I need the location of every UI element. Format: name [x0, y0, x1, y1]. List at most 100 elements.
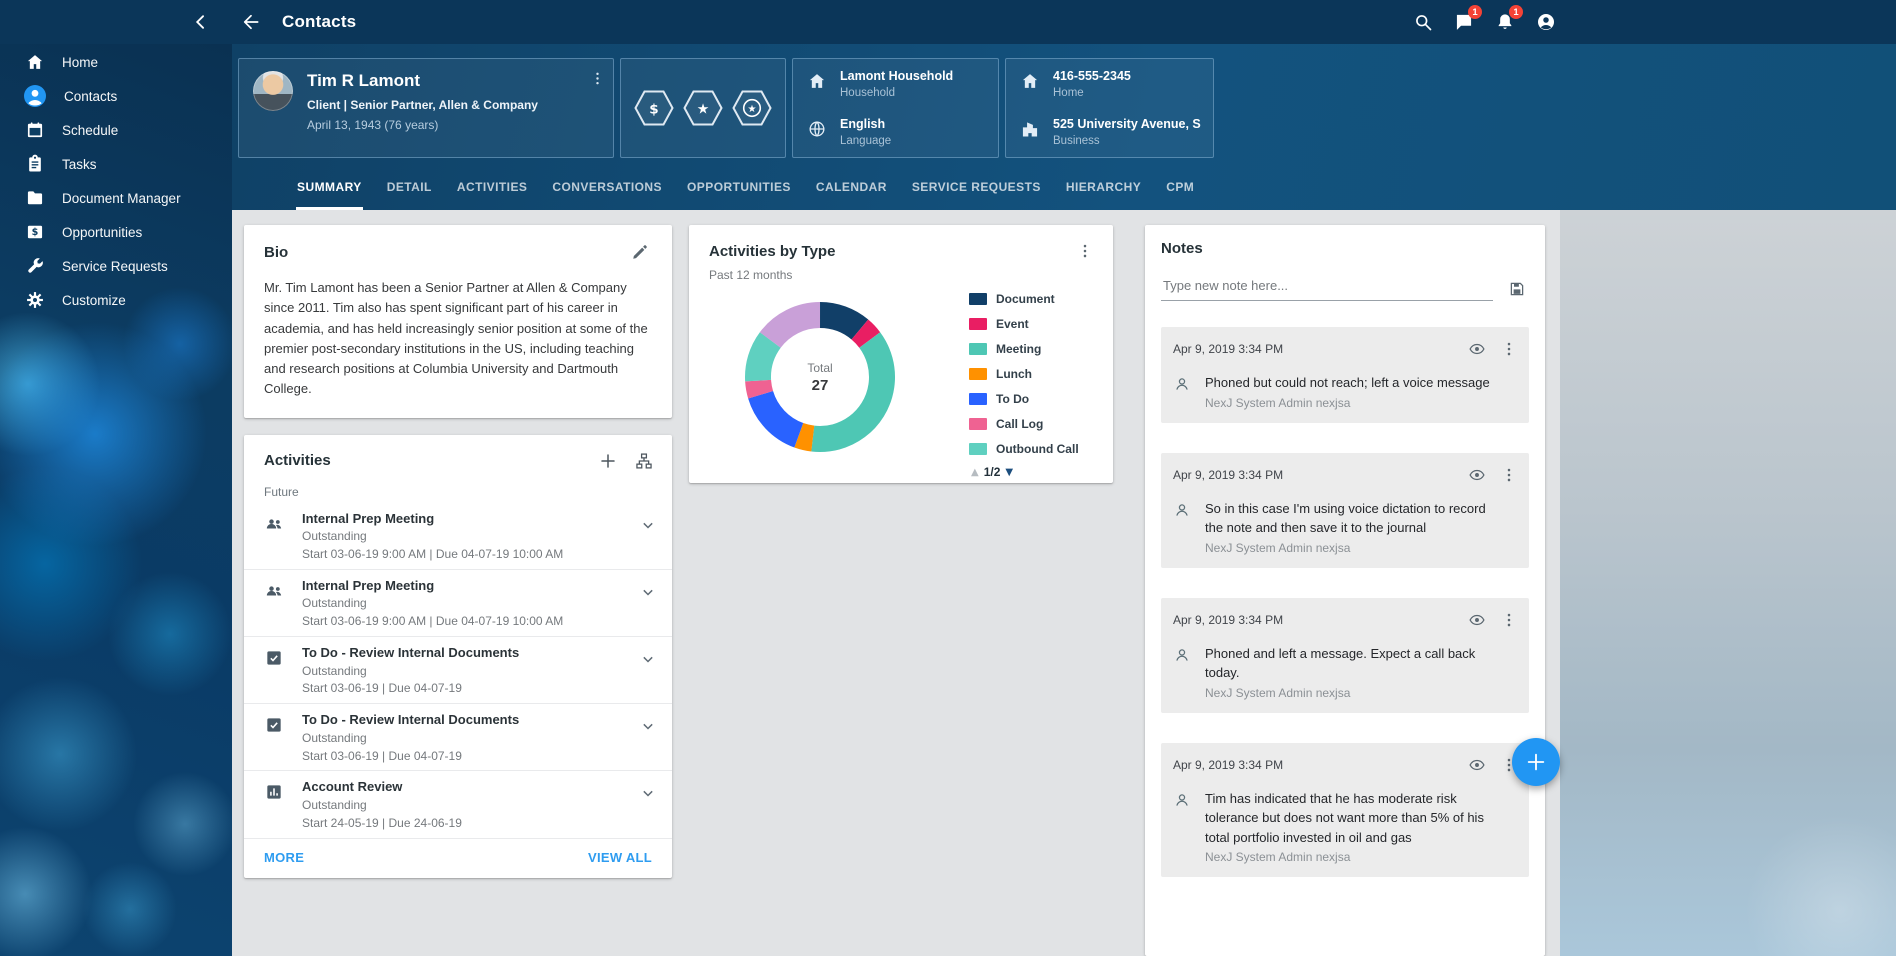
person-icon: [1173, 375, 1191, 393]
search-button[interactable]: [1404, 3, 1442, 41]
notifications-button[interactable]: 1: [1486, 3, 1524, 41]
sidebar-item-home[interactable]: Home: [0, 45, 232, 79]
sidebar-item-service-requests[interactable]: Service Requests: [0, 249, 232, 283]
opportunities-icon: $: [25, 222, 45, 242]
save-icon: [1508, 280, 1526, 298]
contact-subtitle: Client | Senior Partner, Allen & Company: [307, 98, 538, 112]
star-badge-icon[interactable]: ★: [683, 90, 723, 126]
donut-chart: [735, 292, 905, 462]
chevron-down-icon[interactable]: [638, 649, 658, 669]
activity-row[interactable]: To Do - Review Internal DocumentsOutstan…: [244, 704, 672, 771]
note-menu-button[interactable]: [1497, 463, 1521, 487]
person-icon: [1173, 646, 1191, 664]
notes-list: Apr 9, 2019 3:34 PMPhoned but could not …: [1161, 327, 1529, 877]
legend-item: Meeting: [969, 336, 1091, 361]
activity-row[interactable]: Internal Prep MeetingOutstandingStart 03…: [244, 570, 672, 637]
tab-cpm[interactable]: CPM: [1165, 166, 1195, 210]
tab-hierarchy[interactable]: HIERARCHY: [1065, 166, 1142, 210]
activity-row[interactable]: Internal Prep MeetingOutstandingStart 03…: [244, 503, 672, 570]
sidebar-item-document-manager[interactable]: Document Manager: [0, 181, 232, 215]
contact-field[interactable]: 525 University Avenue, S...Business: [1020, 117, 1199, 147]
view-all-button[interactable]: VIEW ALL: [588, 850, 652, 865]
contact-field-value: Lamont Household: [840, 69, 953, 83]
chevron-down-icon[interactable]: [638, 783, 658, 803]
contact-field[interactable]: 416-555-2345Home: [1020, 69, 1199, 99]
notes-title: Notes: [1161, 240, 1529, 257]
contact-field[interactable]: Lamont Household Household: [807, 69, 984, 99]
contact-field[interactable]: EnglishLanguage: [807, 117, 984, 147]
new-note-input[interactable]: [1161, 271, 1493, 301]
legend-swatch: [969, 368, 987, 380]
sidebar-item-label: Opportunities: [62, 225, 142, 240]
svg-text:$: $: [649, 102, 658, 118]
note-text: Phoned and left a message. Expect a call…: [1205, 644, 1495, 683]
contact-field-label: Household: [840, 87, 953, 99]
plus-icon: [599, 452, 617, 470]
bio-edit-button[interactable]: [628, 240, 652, 264]
tab-service-requests[interactable]: SERVICE REQUESTS: [911, 166, 1042, 210]
save-note-button[interactable]: [1505, 277, 1529, 301]
legend-item: Call Log: [969, 411, 1091, 436]
activity-status: Outstanding: [302, 597, 638, 611]
legend-pager: ▲ 1/2 ▼: [969, 465, 1091, 479]
legend-item: Document: [969, 286, 1091, 311]
activity-title: Account Review: [302, 779, 638, 795]
conversations-button[interactable]: 1: [1445, 3, 1483, 41]
sidebar-item-customize[interactable]: Customize: [0, 283, 232, 317]
note-view-button[interactable]: [1465, 337, 1489, 361]
tab-detail[interactable]: DETAIL: [386, 166, 433, 210]
summary-panels: Bio Mr. Tim Lamont has been a Senior Par…: [232, 210, 1560, 956]
sidebar-item-tasks[interactable]: Tasks: [0, 147, 232, 181]
bio-card: Bio Mr. Tim Lamont has been a Senior Par…: [244, 225, 672, 418]
note-card: Apr 9, 2019 3:34 PMTim has indicated tha…: [1161, 743, 1529, 878]
note-view-button[interactable]: [1465, 608, 1489, 632]
chevron-down-icon[interactable]: [638, 582, 658, 602]
back-arrow-icon: [241, 12, 261, 32]
sidebar-item-schedule[interactable]: Schedule: [0, 113, 232, 147]
sidebar-item-label: Customize: [62, 293, 126, 308]
tab-calendar[interactable]: CALENDAR: [815, 166, 888, 210]
activity-status: Outstanding: [302, 732, 638, 746]
sidebar-collapse-button[interactable]: [182, 3, 220, 41]
legend-label: Outbound Call: [996, 442, 1079, 456]
more-button[interactable]: MORE: [264, 850, 304, 865]
tab-summary[interactable]: SUMMARY: [296, 166, 363, 210]
activities-card: Activities Future Internal Prep MeetingO…: [244, 435, 672, 878]
tab-opportunities[interactable]: OPPORTUNITIES: [686, 166, 792, 210]
note-menu-button[interactable]: [1497, 337, 1521, 361]
sidebar-item-label: Contacts: [64, 89, 117, 104]
activity-row[interactable]: To Do - Review Internal DocumentsOutstan…: [244, 637, 672, 704]
sidebar-item-contacts[interactable]: Contacts: [0, 79, 232, 113]
activity-row[interactable]: Account ReviewOutstandingStart 24-05-19 …: [244, 771, 672, 838]
contact-field-value: English: [840, 117, 891, 131]
hierarchy-view-button[interactable]: [632, 449, 656, 473]
note-view-button[interactable]: [1465, 753, 1489, 777]
legend-label: To Do: [996, 392, 1029, 406]
svg-text:★: ★: [697, 102, 710, 118]
sidebar: Home Contacts ScheduleTasksDocument Manage…: [0, 44, 232, 956]
chevron-down-icon[interactable]: [638, 716, 658, 736]
sidebar-item-opportunities[interactable]: $ Opportunities: [0, 215, 232, 249]
back-button[interactable]: [232, 3, 270, 41]
legend-page-up-icon[interactable]: ▲: [971, 467, 979, 478]
wrench-icon: [25, 256, 45, 276]
tasks-icon: [25, 154, 45, 174]
legend-item: Outbound Call: [969, 436, 1091, 461]
add-button[interactable]: [1512, 738, 1560, 786]
note-menu-button[interactable]: [1497, 608, 1521, 632]
account-button[interactable]: [1527, 3, 1565, 41]
contact-field-label: Home: [1053, 87, 1131, 99]
tab-conversations[interactable]: CONVERSATIONS: [551, 166, 663, 210]
tab-activities[interactable]: ACTIVITIES: [456, 166, 529, 210]
hierarchy-icon: [635, 452, 653, 470]
dollar-badge-icon[interactable]: $: [634, 90, 674, 126]
chevron-down-icon[interactable]: [638, 515, 658, 535]
award-badge-icon[interactable]: ★: [732, 90, 772, 126]
activity-status: Outstanding: [302, 665, 638, 679]
add-activity-button[interactable]: [596, 449, 620, 473]
contact-menu-button[interactable]: [583, 64, 611, 92]
avatar[interactable]: [253, 71, 293, 111]
legend-page-down-icon[interactable]: ▼: [1005, 467, 1013, 478]
chart-menu-button[interactable]: [1073, 239, 1097, 263]
note-view-button[interactable]: [1465, 463, 1489, 487]
